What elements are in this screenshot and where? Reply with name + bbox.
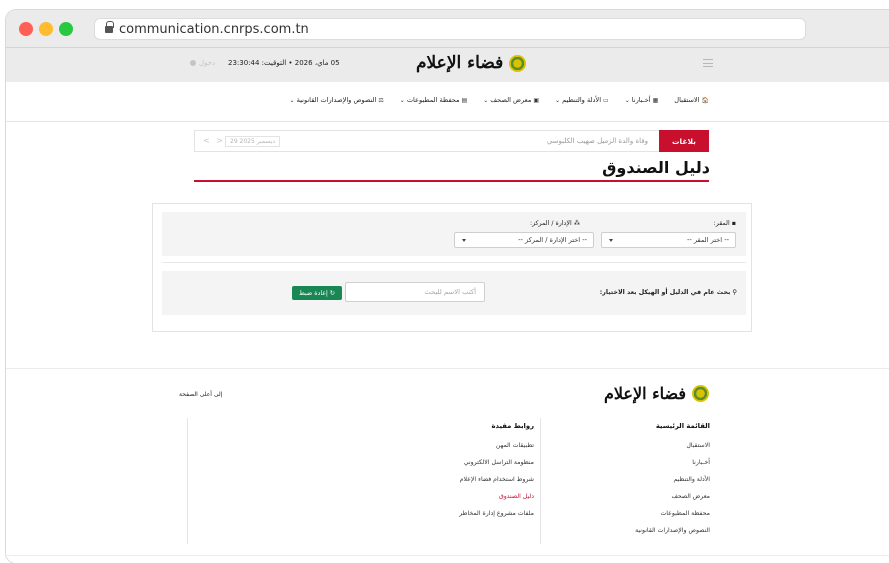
page-title: دليل الصندوق	[602, 158, 710, 177]
scales-icon: ⚖	[378, 96, 384, 104]
search-box: ⚲ بحث عام في الدليل أو الهيكل بعد الاختي…	[162, 271, 746, 315]
department-label: ⁂ الإدارة / المركز:	[530, 220, 580, 227]
footer-main-menu: القائمة الرئيسية الاستقبال أخـبارنا الأد…	[530, 422, 710, 544]
footer-main-menu-title: القائمة الرئيسية	[655, 422, 710, 430]
chevron-down-icon: ⌄	[483, 96, 489, 104]
footer-site-title: فضاء الإعلام	[603, 384, 686, 403]
ticker-headline[interactable]: وفاة والدة الزميل صهيب الكلبوسي	[547, 137, 648, 145]
minimize-window-button[interactable]	[39, 22, 53, 36]
login-label: دخول	[199, 59, 216, 67]
nav-item-legal[interactable]: ⚖ النصوص والإصدارات القانونية ⌄	[290, 96, 384, 104]
footer-link[interactable]: الاستقبال	[530, 442, 710, 459]
ticker-date: 29 ديسمبر 2025	[225, 136, 281, 147]
nav-item-publications[interactable]: ▤ محفظة المطبوعات ⌄	[400, 96, 467, 104]
search-icon: ⚲	[732, 289, 737, 296]
nav-label: الاستقبال	[674, 96, 700, 104]
footer-logo[interactable]: فضاء الإعلام	[604, 384, 709, 403]
chevron-down-icon	[609, 239, 613, 242]
nav-label: الأدلة والتنظيم	[562, 96, 602, 104]
sitemap-icon: ⁂	[573, 220, 580, 227]
nav-label: محفظة المطبوعات	[406, 96, 460, 104]
main-navigation: 🏠 الاستقبال ▦ أخـبارنا ⌄ ▭ الأدلة والتنظ…	[6, 82, 889, 122]
site-logo[interactable]: فضاء الإعلام	[416, 53, 527, 73]
footer-useful-links: روابط مفيدة تطبيقات المهن منظومة التراسل…	[334, 422, 534, 527]
date-time: 05 ماي، 2026 • التوقيت: 23:30:44	[228, 59, 340, 67]
search-input[interactable]: أكتب الاسم للبحث	[345, 282, 485, 302]
department-select[interactable]: -- اختر الإدارة / المركز --	[454, 232, 594, 248]
address-bar[interactable]: communication.cnrps.com.tn	[94, 18, 806, 40]
search-placeholder: أكتب الاسم للبحث	[424, 288, 476, 296]
headquarters-label-text: المقر:	[713, 220, 730, 227]
footer-link[interactable]: أخـبارنا	[530, 459, 710, 476]
chevron-down-icon	[462, 239, 466, 242]
folder-icon: ▭	[603, 96, 609, 104]
reset-button-label: إعادة ضبط	[298, 289, 328, 297]
ticker-arrows-icon[interactable]: < >	[203, 136, 225, 145]
headquarters-label: ▪ المقر:	[714, 220, 736, 227]
nav-item-news[interactable]: ▦ أخـبارنا ⌄	[625, 96, 659, 104]
refresh-icon: ↻	[329, 289, 336, 297]
directory-panel: ▪ المقر: -- اختر المقر -- ⁂ الإدارة / ال…	[152, 203, 752, 332]
bottom-divider	[6, 555, 889, 556]
headquarters-select-value: -- اختر المقر --	[687, 236, 729, 244]
url-text: communication.cnrps.com.tn	[119, 21, 309, 37]
news-icon: ▦	[652, 96, 659, 104]
footer-useful-links-title: روابط مفيدة	[491, 422, 534, 430]
nav-item-press[interactable]: ▣ معرض الصحف ⌄	[483, 96, 539, 104]
search-label: ⚲ بحث عام في الدليل أو الهيكل بعد الاختي…	[600, 289, 737, 296]
footer-link[interactable]: معرض الصحف	[530, 493, 710, 510]
nav-label: معرض الصحف	[490, 96, 532, 104]
logo-emblem-icon	[692, 385, 709, 402]
newspaper-icon: ▣	[533, 96, 540, 104]
chevron-down-icon: ⌄	[624, 96, 630, 104]
lock-icon	[105, 20, 114, 34]
footer-column-divider	[540, 418, 541, 544]
footer-divider	[6, 368, 889, 369]
browser-window: communication.cnrps.com.tn فضاء الإعلام …	[6, 10, 889, 563]
building-icon: ▪	[731, 220, 736, 227]
browser-toolbar: communication.cnrps.com.tn	[6, 10, 889, 48]
chevron-down-icon: ⌄	[555, 96, 561, 104]
close-window-button[interactable]	[19, 22, 33, 36]
chevron-down-icon: ⌄	[289, 96, 295, 104]
zoom-window-button[interactable]	[59, 22, 73, 36]
menu-icon[interactable]	[703, 59, 713, 67]
reset-button[interactable]: ↻ إعادة ضبط	[292, 286, 342, 300]
ticker-label: بلاغات	[659, 130, 709, 152]
back-to-top-link[interactable]: إلى أعلى الصفحة	[179, 391, 222, 398]
footer-link[interactable]: الأدلة والتنظيم	[530, 476, 710, 493]
footer-column-divider	[187, 418, 188, 544]
web-page: فضاء الإعلام 05 ماي، 2026 • التوقيت: 23:…	[6, 48, 889, 563]
footer-link-active[interactable]: دليل الصندوق	[334, 493, 534, 510]
chevron-down-icon: ⌄	[399, 96, 405, 104]
footer-link[interactable]: تطبيقات المهن	[334, 442, 534, 459]
search-label-text: بحث عام في الدليل أو الهيكل بعد الاختيار…	[599, 289, 731, 296]
footer-link[interactable]: النصوص والإصدارات القانونية	[530, 527, 710, 544]
home-icon: 🏠	[701, 96, 709, 104]
nav-item-guides[interactable]: ▭ الأدلة والتنظيم ⌄	[555, 96, 609, 104]
footer-link[interactable]: محفظة المطبوعات	[530, 510, 710, 527]
form-divider	[162, 262, 746, 263]
headquarters-select[interactable]: -- اختر المقر --	[601, 232, 736, 248]
department-select-value: -- اختر الإدارة / المركز --	[518, 236, 587, 244]
nav-item-home[interactable]: 🏠 الاستقبال	[674, 96, 709, 104]
site-title: فضاء الإعلام	[416, 53, 504, 73]
top-bar: فضاء الإعلام 05 ماي، 2026 • التوقيت: 23:…	[6, 48, 889, 82]
nav-label: النصوص والإصدارات القانونية	[296, 96, 377, 104]
book-icon: ▤	[461, 96, 468, 104]
footer-link[interactable]: شروط استخدام فضاء الإعلام	[334, 476, 534, 493]
logo-emblem-icon	[509, 54, 527, 72]
footer-link[interactable]: منظومة التراسل الالكتروني	[334, 459, 534, 476]
user-icon	[190, 60, 196, 66]
title-divider	[194, 180, 709, 182]
filter-box: ▪ المقر: -- اختر المقر -- ⁂ الإدارة / ال…	[162, 212, 746, 256]
login-link[interactable]: دخول	[190, 59, 215, 67]
announcements-ticker: بلاغات وفاة والدة الزميل صهيب الكلبوسي 2…	[194, 130, 709, 152]
footer-link[interactable]: ملفات مشروع إدارة المخاطر	[334, 510, 534, 527]
nav-label: أخـبارنا	[631, 96, 651, 104]
department-label-text: الإدارة / المركز:	[529, 220, 572, 227]
